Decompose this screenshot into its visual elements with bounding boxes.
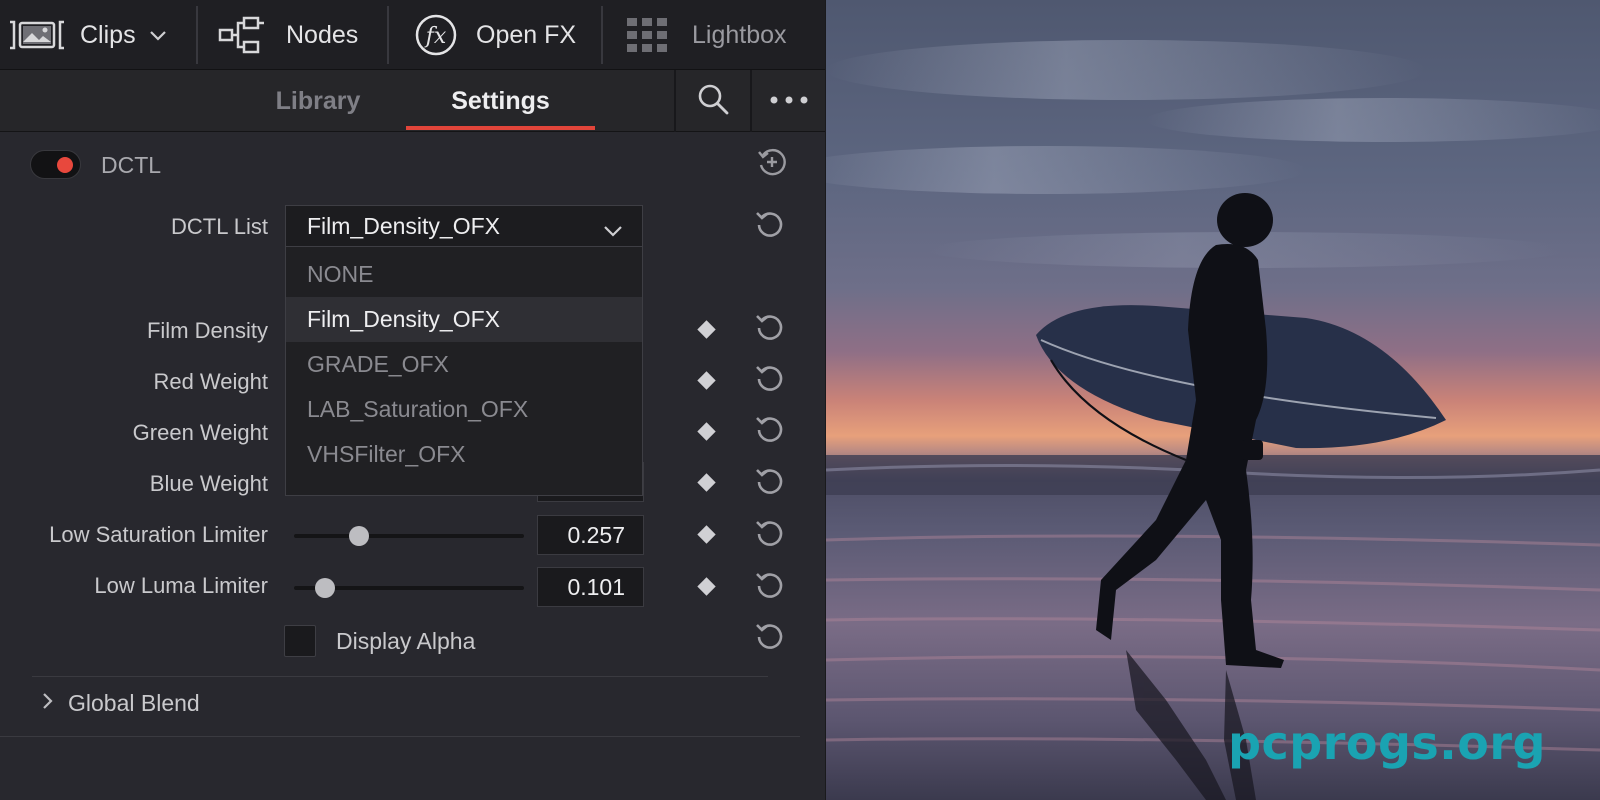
clips-icon <box>8 18 66 52</box>
lightbox-label: Lightbox <box>692 20 787 49</box>
section-divider <box>32 676 768 677</box>
reset-low-luma-button[interactable] <box>752 569 788 605</box>
open-fx-label: Open FX <box>476 20 577 49</box>
lightbox-button[interactable]: Lightbox <box>626 0 787 70</box>
keyframe-diamond-icon[interactable] <box>697 422 716 441</box>
fx-icon: fx <box>414 13 458 57</box>
clips-label: Clips <box>80 20 136 49</box>
param-label-low-saturation-limiter: Low Saturation Limiter <box>49 522 268 547</box>
surfer-photo <box>826 0 1600 800</box>
top-toolbar: Clips Nodes fx Open FX Lightbox <box>0 0 825 70</box>
active-tab-indicator <box>406 126 595 130</box>
global-blend-section[interactable]: Global Blend <box>40 690 200 717</box>
dctl-list-label: DCTL List <box>171 214 268 239</box>
reset-icon <box>754 311 786 348</box>
low-saturation-slider-knob[interactable] <box>348 526 369 546</box>
dropdown-option-lab-saturation[interactable]: LAB_Saturation_OFX <box>286 387 642 432</box>
toolbar-divider <box>601 6 603 64</box>
reset-icon <box>754 620 786 657</box>
keyframe-diamond-icon[interactable] <box>697 473 716 492</box>
svg-text:fx: fx <box>424 24 447 49</box>
more-icon <box>769 92 809 110</box>
reset-dctl-list-button[interactable] <box>752 208 788 244</box>
dctl-selected-value: Film_Density_OFX <box>307 212 500 239</box>
global-blend-label: Global Blend <box>68 690 200 716</box>
low-saturation-slider[interactable] <box>294 534 524 538</box>
param-label-red-weight: Red Weight <box>153 369 268 394</box>
dropdown-option-none[interactable]: NONE <box>286 252 642 297</box>
keyframe-diamond-icon[interactable] <box>697 320 716 339</box>
search-icon <box>696 82 730 121</box>
nodes-label: Nodes <box>286 20 359 49</box>
search-button[interactable] <box>674 70 750 132</box>
reset-blue-weight-button[interactable] <box>752 465 788 501</box>
dropdown-option-film-density[interactable]: Film_Density_OFX <box>286 297 642 342</box>
dropdown-option-vhs-filter[interactable]: VHSFilter_OFX <box>286 432 642 477</box>
reset-all-button[interactable] <box>754 146 790 182</box>
open-fx-button[interactable]: fx Open FX <box>414 0 576 70</box>
grid-icon <box>626 17 668 53</box>
chevron-down-icon <box>602 218 624 245</box>
toolbar-divider <box>196 6 198 64</box>
param-label-low-luma-limiter: Low Luma Limiter <box>94 573 268 598</box>
reset-display-alpha-button[interactable] <box>752 620 788 656</box>
watermark: pcprogs.org <box>1228 716 1546 770</box>
dctl-settings-panel: Clips Nodes fx Open FX Lightbox Library … <box>0 0 825 800</box>
reset-green-weight-button[interactable] <box>752 413 788 449</box>
keyframe-diamond-icon[interactable] <box>697 525 716 544</box>
low-luma-slider-knob[interactable] <box>315 578 335 598</box>
reset-icon <box>754 413 786 450</box>
param-label-blue-weight: Blue Weight <box>149 471 268 496</box>
param-label-film-density: Film Density <box>146 318 268 343</box>
dropdown-option-grade[interactable]: GRADE_OFX <box>286 342 642 387</box>
reset-add-icon <box>756 146 788 183</box>
reset-low-saturation-button[interactable] <box>752 517 788 553</box>
reset-film-density-button[interactable] <box>752 311 788 347</box>
more-options-button[interactable] <box>750 70 825 132</box>
dctl-list-select[interactable]: Film_Density_OFX <box>285 205 643 247</box>
display-alpha-label: Display Alpha <box>336 628 476 654</box>
low-saturation-value-field[interactable]: 0.257 <box>537 515 644 555</box>
keyframe-diamond-icon[interactable] <box>697 371 716 390</box>
toggle-indicator <box>57 157 73 173</box>
tab-library[interactable]: Library <box>250 70 386 132</box>
nodes-icon <box>218 15 266 55</box>
display-alpha-checkbox[interactable] <box>284 625 316 657</box>
low-luma-value-field[interactable]: 0.101 <box>537 567 644 607</box>
tab-settings[interactable]: Settings <box>406 70 595 132</box>
chevron-down-icon <box>148 21 168 50</box>
reset-icon <box>754 517 786 554</box>
reset-red-weight-button[interactable] <box>752 362 788 398</box>
reset-icon <box>754 569 786 606</box>
section-divider <box>0 736 800 737</box>
reset-icon <box>754 465 786 502</box>
reset-icon <box>754 208 786 245</box>
toolbar-divider <box>387 6 389 64</box>
keyframe-diamond-icon[interactable] <box>697 577 716 596</box>
reset-icon <box>754 362 786 399</box>
param-label-green-weight: Green Weight <box>132 420 268 445</box>
chevron-right-icon <box>40 691 56 716</box>
clips-menu[interactable]: Clips <box>8 0 168 70</box>
dctl-enable-toggle[interactable] <box>30 150 81 179</box>
dctl-list-dropdown: NONE Film_Density_OFX GRADE_OFX LAB_Satu… <box>285 247 643 496</box>
dctl-title: DCTL <box>101 152 162 178</box>
viewer-image: pcprogs.org <box>826 0 1600 800</box>
nodes-button[interactable]: Nodes <box>218 0 358 70</box>
